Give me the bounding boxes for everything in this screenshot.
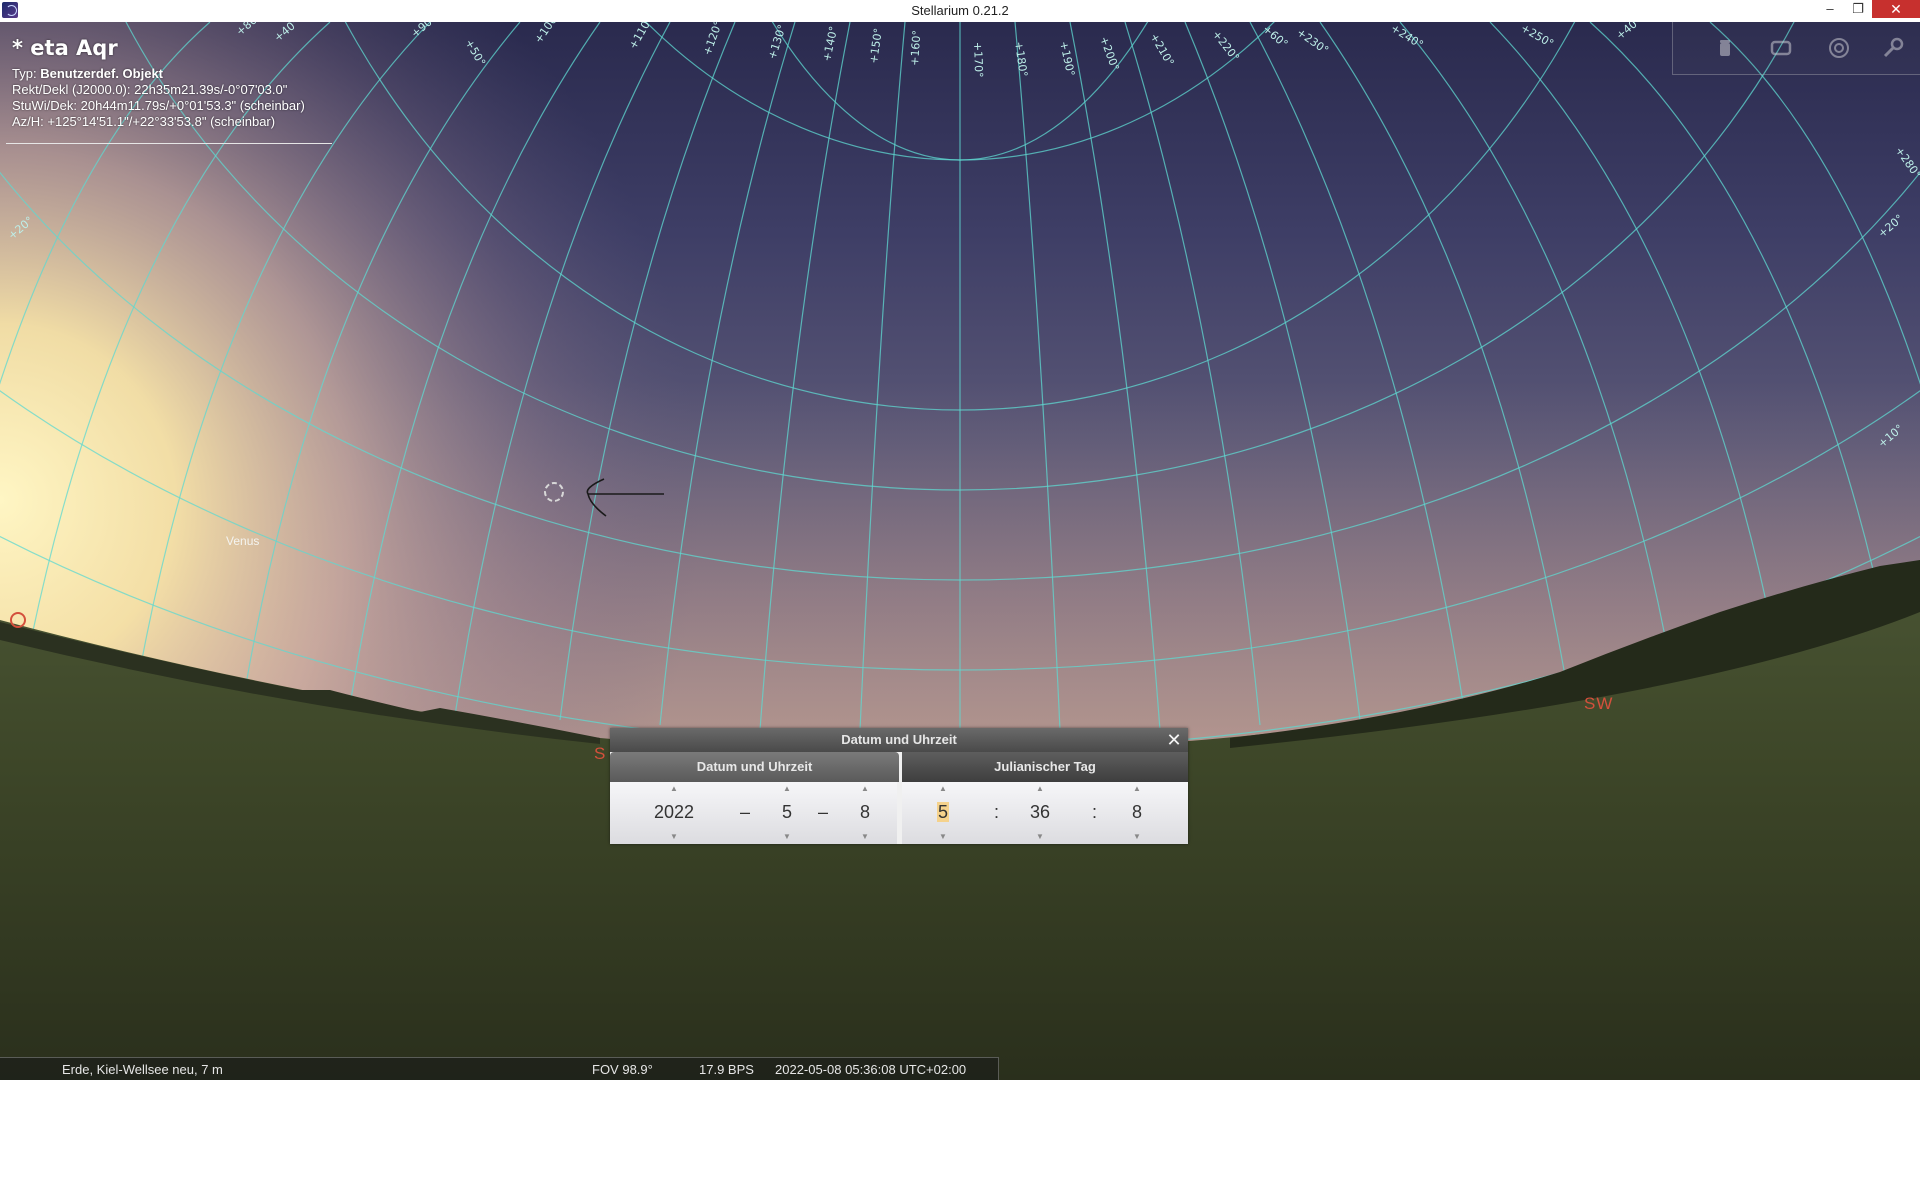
status-location[interactable]: Erde, Kiel-Wellsee neu, 7 m <box>62 1062 223 1077</box>
minimize-button[interactable]: – <box>1816 0 1844 18</box>
day-spinbox[interactable]: ▲ 8 ▼ <box>848 782 882 844</box>
day-up-arrow-icon[interactable]: ▲ <box>848 782 882 796</box>
day-down-arrow-icon[interactable]: ▼ <box>848 830 882 844</box>
grid-label: +170° <box>971 42 985 78</box>
year-down-arrow-icon[interactable]: ▼ <box>644 830 704 844</box>
second-up-arrow-icon[interactable]: ▲ <box>1120 782 1154 796</box>
restore-button[interactable]: ❐ <box>1844 0 1872 18</box>
object-type-value: Benutzerdef. Objekt <box>40 66 163 81</box>
object-azalt: Az/H: +125°14'51.1"/+22°33'53.8" (schein… <box>12 114 276 129</box>
hour-up-arrow-icon[interactable]: ▲ <box>926 782 960 796</box>
day-value[interactable]: 8 <box>848 800 882 824</box>
target-icon[interactable] <box>1825 34 1853 62</box>
year-up-arrow-icon[interactable]: ▲ <box>644 782 704 796</box>
object-type-label: Typ: <box>12 66 37 81</box>
date-separator: – <box>818 802 829 822</box>
grid-label: +160° <box>908 30 923 67</box>
window-titlebar: Stellarium 0.21.2 – ❐ ✕ <box>0 0 1920 23</box>
cardinal-south: S <box>594 744 607 763</box>
window-title: Stellarium 0.21.2 <box>911 3 1009 18</box>
cardinal-southwest: SW <box>1584 694 1614 713</box>
time-separator: : <box>1092 802 1098 822</box>
date-panel: ▲ 2022 ▼ – ▲ 5 ▼ – ▲ 8 ▼ <box>610 782 897 844</box>
month-spinbox[interactable]: ▲ 5 ▼ <box>770 782 804 844</box>
status-bar: Erde, Kiel-Wellsee neu, 7 m FOV 98.9° 17… <box>0 1057 999 1081</box>
date-time-dialog: Datum und Uhrzeit ✕ Datum und Uhrzeit Ju… <box>610 728 1188 844</box>
object-radec-j2000: Rekt/Dekl (J2000.0): 22h35m21.39s/-0°07'… <box>12 82 288 97</box>
hour-spinbox[interactable]: ▲ 5 ▼ <box>926 782 960 844</box>
second-spinbox[interactable]: ▲ 8 ▼ <box>1120 782 1154 844</box>
month-down-arrow-icon[interactable]: ▼ <box>770 830 804 844</box>
time-panel: ▲ 5 ▼ : ▲ 36 ▼ : ▲ 8 ▼ <box>902 782 1188 844</box>
dialog-title: Datum und Uhrzeit <box>841 732 957 747</box>
date-separator: – <box>740 802 751 822</box>
year-spinbox[interactable]: ▲ 2022 ▼ <box>644 782 704 844</box>
status-datetime[interactable]: 2022-05-08 05:36:08 UTC+02:00 <box>775 1062 966 1077</box>
dialog-titlebar[interactable]: Datum und Uhrzeit <box>610 728 1188 752</box>
year-value[interactable]: 2022 <box>644 800 704 824</box>
tab-julian-day[interactable]: Julianischer Tag <box>902 752 1188 782</box>
close-button[interactable]: ✕ <box>1872 0 1920 18</box>
sky-canvas[interactable]: +80° +40° +90° +50° +100° +110° +120° +1… <box>0 22 1920 1080</box>
dialog-close-button[interactable]: ✕ <box>1164 730 1184 750</box>
object-hadec: StuWi/Dek: 20h44m11.79s/+0°01'53.3" (sch… <box>12 98 305 113</box>
screen-icon[interactable] <box>1767 34 1795 62</box>
month-up-arrow-icon[interactable]: ▲ <box>770 782 804 796</box>
status-fps: 17.9 BPS <box>699 1062 754 1077</box>
tab-date-time[interactable]: Datum und Uhrzeit <box>610 752 899 782</box>
object-info-panel: * eta Aqr Typ: Benutzerdef. Objekt Rekt/… <box>12 36 305 130</box>
month-value[interactable]: 5 <box>770 800 804 824</box>
time-separator: : <box>994 802 1000 822</box>
object-name: * eta Aqr <box>12 36 118 60</box>
hour-value-text[interactable]: 5 <box>936 802 949 822</box>
venus-label[interactable]: Venus <box>226 534 259 548</box>
second-value[interactable]: 8 <box>1120 800 1154 824</box>
info-separator <box>6 143 332 144</box>
status-fov: FOV 98.9° <box>592 1062 653 1077</box>
minute-spinbox[interactable]: ▲ 36 ▼ <box>1020 782 1060 844</box>
sky-view[interactable]: +80° +40° +90° +50° +100° +110° +120° +1… <box>0 22 1920 1080</box>
second-down-arrow-icon[interactable]: ▼ <box>1120 830 1154 844</box>
trash-can-icon[interactable] <box>1711 34 1739 62</box>
empty-area <box>0 1080 1920 1196</box>
minute-value[interactable]: 36 <box>1020 800 1060 824</box>
wrench-icon[interactable] <box>1879 34 1907 62</box>
top-right-toolbar <box>1672 22 1920 75</box>
hour-value[interactable]: 5 <box>926 800 960 824</box>
minute-down-arrow-icon[interactable]: ▼ <box>1020 830 1060 844</box>
hour-down-arrow-icon[interactable]: ▼ <box>926 830 960 844</box>
object-type-line: Typ: Benutzerdef. Objekt <box>12 66 305 82</box>
minute-up-arrow-icon[interactable]: ▲ <box>1020 782 1060 796</box>
